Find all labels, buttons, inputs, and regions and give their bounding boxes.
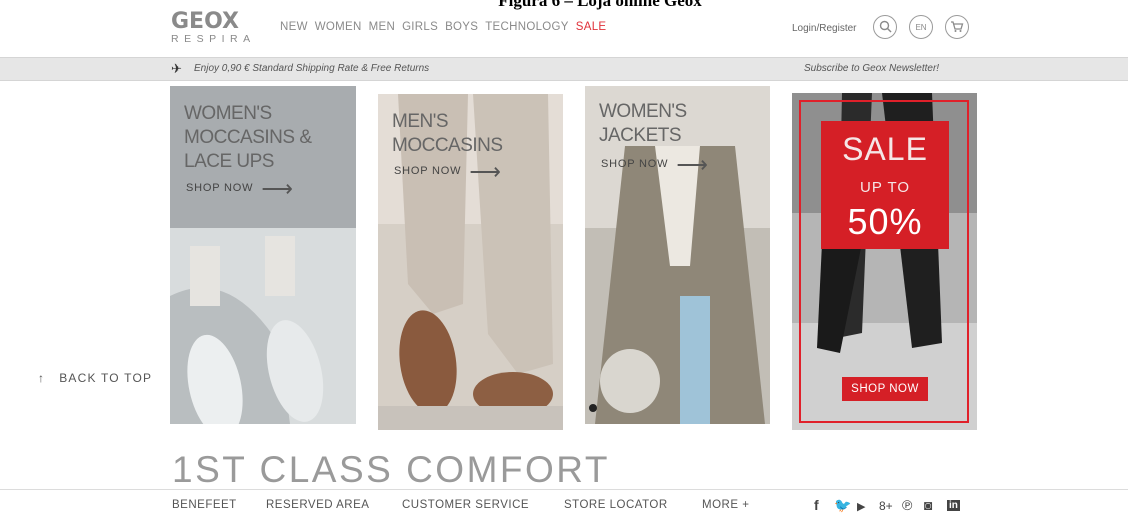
- twitter-icon[interactable]: 🐦: [834, 497, 851, 514]
- language-button[interactable]: EN: [909, 15, 933, 39]
- tile-title-line: MEN'S: [392, 111, 449, 132]
- arrow-right-icon: ⟶: [676, 151, 709, 177]
- airplane-icon: ✈: [171, 61, 182, 76]
- main-nav: NEW WOMEN MEN GIRLS BOYS TECHNOLOGY SALE: [280, 21, 606, 33]
- linkedin-icon[interactable]: in: [947, 500, 960, 511]
- shipping-promo-text: Enjoy 0,90 € Standard Shipping Rate & Fr…: [194, 63, 430, 74]
- sale-up-to: UP TO: [859, 179, 911, 196]
- newsletter-link[interactable]: Subscribe to Geox Newsletter!: [804, 63, 939, 74]
- back-to-top-link[interactable]: ↑ BACK TO TOP: [38, 371, 152, 385]
- tile-title-line: LACE UPS: [184, 151, 274, 172]
- shop-now-link[interactable]: SHOP NOW ⟶: [186, 175, 294, 201]
- shop-now-link[interactable]: SHOP NOW ⟶: [394, 158, 502, 184]
- arrow-right-icon: ⟶: [469, 158, 502, 184]
- footer-link-reserved-area[interactable]: RESERVED AREA: [266, 499, 369, 511]
- cart-button[interactable]: [945, 15, 969, 39]
- cart-icon: [950, 20, 964, 35]
- footer-link-customer-service[interactable]: CUSTOMER SERVICE: [402, 499, 529, 511]
- language-label: EN: [915, 22, 927, 32]
- back-to-top-label: BACK TO TOP: [59, 371, 153, 385]
- nav-item-new[interactable]: NEW: [280, 21, 308, 33]
- shop-now-label: SHOP NOW: [394, 165, 462, 177]
- footer-divider: [0, 489, 1128, 490]
- nav-item-girls[interactable]: GIRLS: [402, 21, 438, 33]
- tile-title-line: MOCCASINS &: [184, 127, 312, 148]
- nav-item-men[interactable]: MEN: [369, 21, 395, 33]
- sale-shop-now-button[interactable]: SHOP NOW: [842, 377, 928, 401]
- nav-item-sale[interactable]: SALE: [576, 21, 607, 33]
- google-plus-icon[interactable]: 8+: [879, 499, 893, 513]
- arrow-right-icon: ⟶: [261, 175, 294, 201]
- sale-label: SALE: [842, 131, 928, 167]
- sale-percent: 50%: [847, 201, 923, 242]
- youtube-icon[interactable]: ▶: [857, 500, 865, 513]
- pinterest-icon[interactable]: ℗: [902, 497, 912, 513]
- tile-title-line: WOMEN'S: [184, 103, 272, 124]
- tile-womens-jackets[interactable]: WOMEN'S JACKETS SHOP NOW ⟶: [585, 86, 770, 424]
- footer-link-more[interactable]: MORE +: [702, 499, 749, 511]
- instagram-icon[interactable]: ◙: [924, 497, 932, 513]
- tile-mens-moccasins[interactable]: MEN'S MOCCASINS SHOP NOW ⟶: [378, 94, 563, 430]
- logo-text: GEOX: [171, 9, 239, 34]
- tile-womens-moccasins[interactable]: WOMEN'S MOCCASINS & LACE UPS SHOP NOW ⟶: [170, 86, 356, 424]
- logo-subtitle: RESPIRA: [171, 33, 256, 45]
- login-register-link[interactable]: Login/Register: [792, 23, 856, 34]
- nav-item-women[interactable]: WOMEN: [315, 21, 362, 33]
- tile-title-line: MOCCASINS: [392, 135, 503, 156]
- shop-now-label: SHOP NOW: [186, 182, 254, 194]
- tile-sale[interactable]: SALE UP TO 50% SHOP NOW: [792, 93, 977, 430]
- comfort-headline: 1ST CLASS COMFORT: [172, 449, 610, 490]
- tile-title: WOMEN'S MOCCASINS & LACE UPS: [184, 102, 312, 174]
- site-header: GEOX RESPIRA NEW WOMEN MEN GIRLS BOYS TE…: [0, 0, 1128, 56]
- facebook-icon[interactable]: f: [814, 497, 819, 513]
- search-button[interactable]: [873, 15, 897, 39]
- tile-title-line: JACKETS: [599, 125, 682, 146]
- footer-link-store-locator[interactable]: STORE LOCATOR: [564, 499, 668, 511]
- tile-title-line: WOMEN'S: [599, 101, 687, 122]
- arrow-up-icon: ↑: [38, 371, 46, 385]
- shop-now-label: SHOP NOW: [601, 158, 669, 170]
- tile-title: MEN'S MOCCASINS: [392, 110, 503, 158]
- tile-title: WOMEN'S JACKETS: [599, 100, 687, 148]
- nav-item-technology[interactable]: TECHNOLOGY: [485, 21, 569, 33]
- geox-logo[interactable]: GEOX RESPIRA: [171, 9, 256, 46]
- shipping-bar: ✈ Enjoy 0,90 € Standard Shipping Rate & …: [0, 57, 1128, 81]
- nav-item-boys[interactable]: BOYS: [445, 21, 478, 33]
- search-icon: [879, 20, 892, 35]
- sale-badge: SALE UP TO 50%: [821, 121, 949, 249]
- shop-now-link[interactable]: SHOP NOW ⟶: [601, 151, 709, 177]
- footer-link-benefeet[interactable]: BENEFEET: [172, 499, 237, 511]
